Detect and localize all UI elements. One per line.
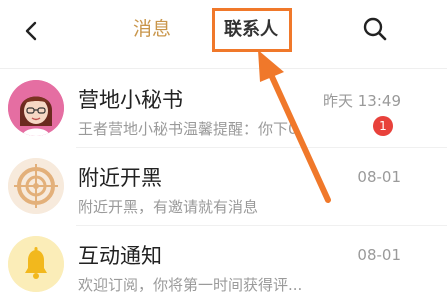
app-window: 消息 联系人 营地小秘书 王者营地小秘书温馨提醒：你下0 昨天 13:49 1 … bbox=[0, 0, 447, 302]
tab-messages[interactable]: 消息 bbox=[133, 16, 171, 42]
search-icon bbox=[363, 17, 387, 41]
girl-avatar-icon bbox=[8, 80, 64, 136]
tab-contacts[interactable]: 联系人 bbox=[224, 17, 278, 43]
secretary-avatar bbox=[8, 80, 64, 136]
message-item-interaction[interactable]: 互动通知 欢迎订阅，你将第一时间获得评... 08-01 bbox=[0, 226, 447, 302]
interaction-avatar bbox=[8, 236, 64, 292]
back-button[interactable] bbox=[18, 18, 44, 44]
message-time: 08-01 bbox=[357, 246, 401, 264]
message-time: 昨天 13:49 bbox=[323, 92, 401, 110]
header-divider bbox=[0, 68, 447, 69]
target-icon bbox=[8, 158, 64, 214]
message-item-nearby[interactable]: 附近开黑 附近开黑，有邀请就有消息 08-01 bbox=[0, 148, 447, 226]
chevron-left-icon bbox=[25, 21, 37, 41]
message-title: 附近开黑 bbox=[78, 166, 162, 190]
message-item-secretary[interactable]: 营地小秘书 王者营地小秘书温馨提醒：你下0 昨天 13:49 1 bbox=[0, 70, 447, 148]
search-button[interactable] bbox=[360, 14, 390, 44]
unread-badge: 1 bbox=[373, 116, 393, 136]
message-title: 营地小秘书 bbox=[78, 88, 183, 112]
top-bar: 消息 联系人 bbox=[0, 0, 447, 66]
bell-icon bbox=[8, 236, 64, 292]
nearby-avatar bbox=[8, 158, 64, 214]
message-preview: 王者营地小秘书温馨提醒：你下0 bbox=[78, 120, 298, 138]
message-preview: 附近开黑，有邀请就有消息 bbox=[78, 198, 259, 216]
message-preview: 欢迎订阅，你将第一时间获得评... bbox=[78, 276, 303, 294]
message-title: 互动通知 bbox=[78, 244, 162, 268]
message-time: 08-01 bbox=[357, 168, 401, 186]
